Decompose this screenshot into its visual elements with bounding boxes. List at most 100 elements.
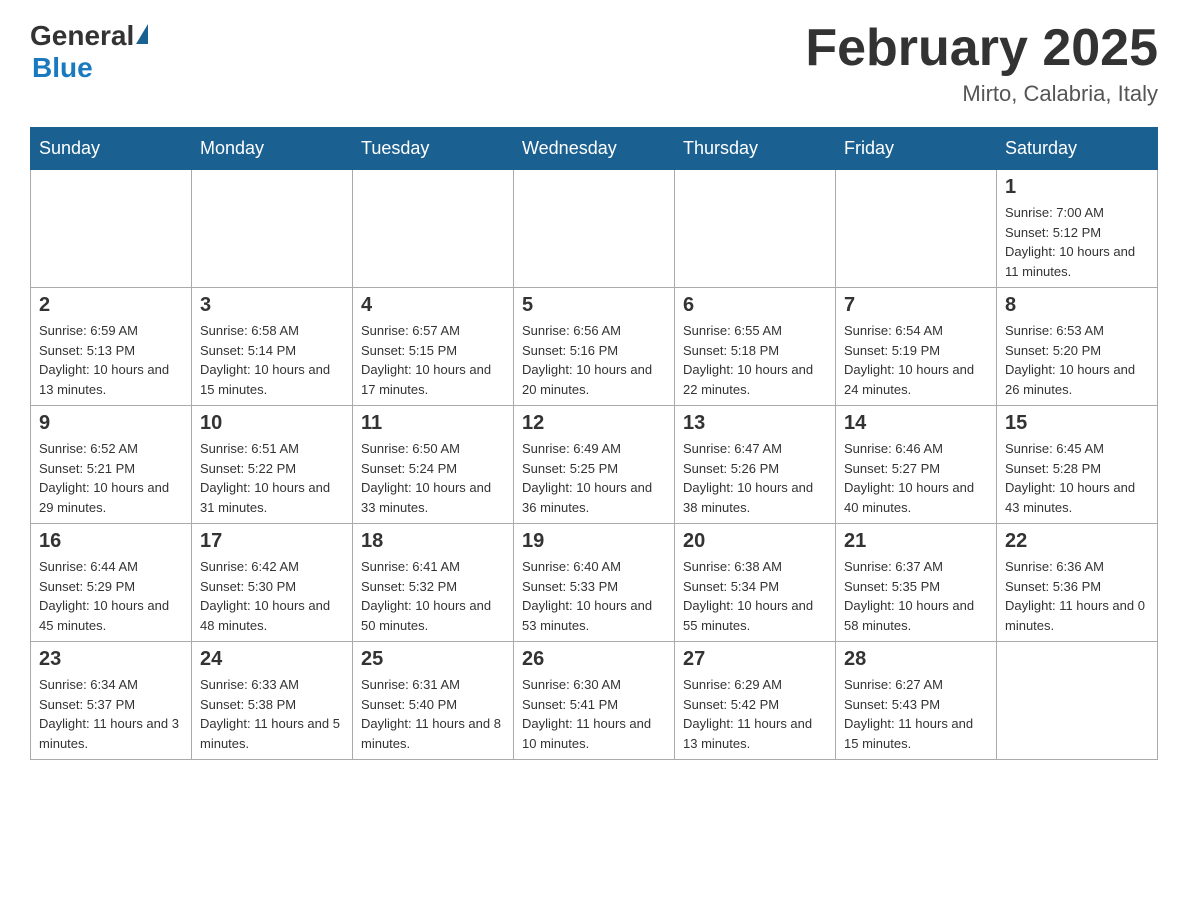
calendar-cell-w2-d1: 2 Sunrise: 6:59 AMSunset: 5:13 PMDaylight… bbox=[31, 288, 192, 406]
day-number: 28 bbox=[844, 648, 988, 671]
day-info: Sunrise: 6:34 AMSunset: 5:37 PMDaylight:… bbox=[39, 675, 183, 753]
day-info: Sunrise: 6:54 AMSunset: 5:19 PMDaylight:… bbox=[844, 321, 988, 399]
calendar-week-2: 2 Sunrise: 6:59 AMSunset: 5:13 PMDaylight… bbox=[31, 288, 1158, 406]
day-info: Sunrise: 6:51 AMSunset: 5:22 PMDaylight:… bbox=[200, 439, 344, 517]
day-number: 16 bbox=[39, 530, 183, 553]
day-info: Sunrise: 6:37 AMSunset: 5:35 PMDaylight:… bbox=[844, 557, 988, 635]
calendar-table: Sunday Monday Tuesday Wednesday Thursday… bbox=[30, 127, 1158, 760]
day-info: Sunrise: 6:57 AMSunset: 5:15 PMDaylight:… bbox=[361, 321, 505, 399]
day-info: Sunrise: 6:45 AMSunset: 5:28 PMDaylight:… bbox=[1005, 439, 1149, 517]
day-number: 5 bbox=[522, 294, 666, 317]
logo: General Blue bbox=[30, 20, 148, 84]
header-wednesday: Wednesday bbox=[514, 128, 675, 170]
logo-blue-text: Blue bbox=[32, 52, 93, 83]
header-tuesday: Tuesday bbox=[353, 128, 514, 170]
day-info: Sunrise: 6:42 AMSunset: 5:30 PMDaylight:… bbox=[200, 557, 344, 635]
day-number: 9 bbox=[39, 412, 183, 435]
calendar-cell-w4-d1: 16 Sunrise: 6:44 AMSunset: 5:29 PMDayligh… bbox=[31, 524, 192, 642]
calendar-cell-w2-d7: 8 Sunrise: 6:53 AMSunset: 5:20 PMDaylight… bbox=[997, 288, 1158, 406]
day-info: Sunrise: 6:30 AMSunset: 5:41 PMDaylight:… bbox=[522, 675, 666, 753]
day-info: Sunrise: 6:29 AMSunset: 5:42 PMDaylight:… bbox=[683, 675, 827, 753]
day-number: 18 bbox=[361, 530, 505, 553]
calendar-cell-w3-d1: 9 Sunrise: 6:52 AMSunset: 5:21 PMDaylight… bbox=[31, 406, 192, 524]
day-number: 24 bbox=[200, 648, 344, 671]
calendar-cell-w4-d2: 17 Sunrise: 6:42 AMSunset: 5:30 PMDayligh… bbox=[192, 524, 353, 642]
calendar-cell-w3-d2: 10 Sunrise: 6:51 AMSunset: 5:22 PMDayligh… bbox=[192, 406, 353, 524]
day-number: 19 bbox=[522, 530, 666, 553]
day-number: 8 bbox=[1005, 294, 1149, 317]
calendar-cell-w2-d4: 5 Sunrise: 6:56 AMSunset: 5:16 PMDaylight… bbox=[514, 288, 675, 406]
day-info: Sunrise: 6:52 AMSunset: 5:21 PMDaylight:… bbox=[39, 439, 183, 517]
calendar-week-3: 9 Sunrise: 6:52 AMSunset: 5:21 PMDaylight… bbox=[31, 406, 1158, 524]
day-info: Sunrise: 6:55 AMSunset: 5:18 PMDaylight:… bbox=[683, 321, 827, 399]
calendar-cell-w1-d5 bbox=[675, 170, 836, 288]
day-info: Sunrise: 6:53 AMSunset: 5:20 PMDaylight:… bbox=[1005, 321, 1149, 399]
page-header: General Blue February 2025 Mirto, Calabr… bbox=[30, 20, 1158, 107]
calendar-week-5: 23 Sunrise: 6:34 AMSunset: 5:37 PMDayligh… bbox=[31, 642, 1158, 760]
day-number: 27 bbox=[683, 648, 827, 671]
calendar-cell-w2-d3: 4 Sunrise: 6:57 AMSunset: 5:15 PMDaylight… bbox=[353, 288, 514, 406]
day-number: 23 bbox=[39, 648, 183, 671]
calendar-cell-w5-d1: 23 Sunrise: 6:34 AMSunset: 5:37 PMDayligh… bbox=[31, 642, 192, 760]
calendar-cell-w1-d1 bbox=[31, 170, 192, 288]
calendar-week-1: 1 Sunrise: 7:00 AMSunset: 5:12 PMDaylight… bbox=[31, 170, 1158, 288]
calendar-cell-w5-d7 bbox=[997, 642, 1158, 760]
logo-triangle-icon bbox=[136, 24, 148, 44]
calendar-cell-w2-d5: 6 Sunrise: 6:55 AMSunset: 5:18 PMDaylight… bbox=[675, 288, 836, 406]
day-number: 12 bbox=[522, 412, 666, 435]
day-info: Sunrise: 6:46 AMSunset: 5:27 PMDaylight:… bbox=[844, 439, 988, 517]
logo-general-text: General bbox=[30, 20, 134, 52]
day-number: 15 bbox=[1005, 412, 1149, 435]
calendar-cell-w5-d2: 24 Sunrise: 6:33 AMSunset: 5:38 PMDayligh… bbox=[192, 642, 353, 760]
day-info: Sunrise: 6:41 AMSunset: 5:32 PMDaylight:… bbox=[361, 557, 505, 635]
calendar-cell-w3-d7: 15 Sunrise: 6:45 AMSunset: 5:28 PMDayligh… bbox=[997, 406, 1158, 524]
calendar-cell-w2-d6: 7 Sunrise: 6:54 AMSunset: 5:19 PMDaylight… bbox=[836, 288, 997, 406]
day-number: 4 bbox=[361, 294, 505, 317]
header-sunday: Sunday bbox=[31, 128, 192, 170]
calendar-cell-w1-d3 bbox=[353, 170, 514, 288]
day-info: Sunrise: 6:56 AMSunset: 5:16 PMDaylight:… bbox=[522, 321, 666, 399]
calendar-cell-w3-d5: 13Sunrise: 6:47 AMSunset: 5:26 PMDayligh… bbox=[675, 406, 836, 524]
day-number: 10 bbox=[200, 412, 344, 435]
location-title: Mirto, Calabria, Italy bbox=[805, 81, 1158, 107]
day-number: 25 bbox=[361, 648, 505, 671]
day-info: Sunrise: 6:47 AMSunset: 5:26 PMDaylight:… bbox=[683, 439, 827, 517]
calendar-cell-w1-d7: 1 Sunrise: 7:00 AMSunset: 5:12 PMDaylight… bbox=[997, 170, 1158, 288]
calendar-cell-w1-d6 bbox=[836, 170, 997, 288]
day-info: Sunrise: 6:38 AMSunset: 5:34 PMDaylight:… bbox=[683, 557, 827, 635]
calendar-cell-w4-d4: 19 Sunrise: 6:40 AMSunset: 5:33 PMDayligh… bbox=[514, 524, 675, 642]
day-info: Sunrise: 6:40 AMSunset: 5:33 PMDaylight:… bbox=[522, 557, 666, 635]
calendar-cell-w1-d4 bbox=[514, 170, 675, 288]
day-info: Sunrise: 6:50 AMSunset: 5:24 PMDaylight:… bbox=[361, 439, 505, 517]
calendar-cell-w5-d3: 25 Sunrise: 6:31 AMSunset: 5:40 PMDayligh… bbox=[353, 642, 514, 760]
calendar-cell-w4-d7: 22 Sunrise: 6:36 AMSunset: 5:36 PMDayligh… bbox=[997, 524, 1158, 642]
day-number: 6 bbox=[683, 294, 827, 317]
calendar-cell-w2-d2: 3Sunrise: 6:58 AMSunset: 5:14 PMDaylight… bbox=[192, 288, 353, 406]
day-number: 7 bbox=[844, 294, 988, 317]
day-number: 22 bbox=[1005, 530, 1149, 553]
day-number: 2 bbox=[39, 294, 183, 317]
day-info: Sunrise: 6:33 AMSunset: 5:38 PMDaylight:… bbox=[200, 675, 344, 753]
day-number: 3 bbox=[200, 294, 344, 317]
calendar-week-4: 16 Sunrise: 6:44 AMSunset: 5:29 PMDayligh… bbox=[31, 524, 1158, 642]
calendar-cell-w4-d5: 20Sunrise: 6:38 AMSunset: 5:34 PMDayligh… bbox=[675, 524, 836, 642]
day-number: 21 bbox=[844, 530, 988, 553]
calendar-cell-w5-d5: 27 Sunrise: 6:29 AMSunset: 5:42 PMDayligh… bbox=[675, 642, 836, 760]
calendar-cell-w4-d3: 18 Sunrise: 6:41 AMSunset: 5:32 PMDayligh… bbox=[353, 524, 514, 642]
header-friday: Friday bbox=[836, 128, 997, 170]
day-number: 17 bbox=[200, 530, 344, 553]
calendar-cell-w3-d6: 14 Sunrise: 6:46 AMSunset: 5:27 PMDayligh… bbox=[836, 406, 997, 524]
calendar-cell-w1-d2 bbox=[192, 170, 353, 288]
title-block: February 2025 Mirto, Calabria, Italy bbox=[805, 20, 1158, 107]
day-number: 1 bbox=[1005, 176, 1149, 199]
day-info: Sunrise: 6:31 AMSunset: 5:40 PMDaylight:… bbox=[361, 675, 505, 753]
header-saturday: Saturday bbox=[997, 128, 1158, 170]
day-info: Sunrise: 7:00 AMSunset: 5:12 PMDaylight:… bbox=[1005, 203, 1149, 281]
day-info: Sunrise: 6:59 AMSunset: 5:13 PMDaylight:… bbox=[39, 321, 183, 399]
day-info: Sunrise: 6:44 AMSunset: 5:29 PMDaylight:… bbox=[39, 557, 183, 635]
calendar-cell-w3-d4: 12Sunrise: 6:49 AMSunset: 5:25 PMDayligh… bbox=[514, 406, 675, 524]
header-monday: Monday bbox=[192, 128, 353, 170]
day-info: Sunrise: 6:36 AMSunset: 5:36 PMDaylight:… bbox=[1005, 557, 1149, 635]
calendar-cell-w3-d3: 11Sunrise: 6:50 AMSunset: 5:24 PMDayligh… bbox=[353, 406, 514, 524]
day-number: 14 bbox=[844, 412, 988, 435]
